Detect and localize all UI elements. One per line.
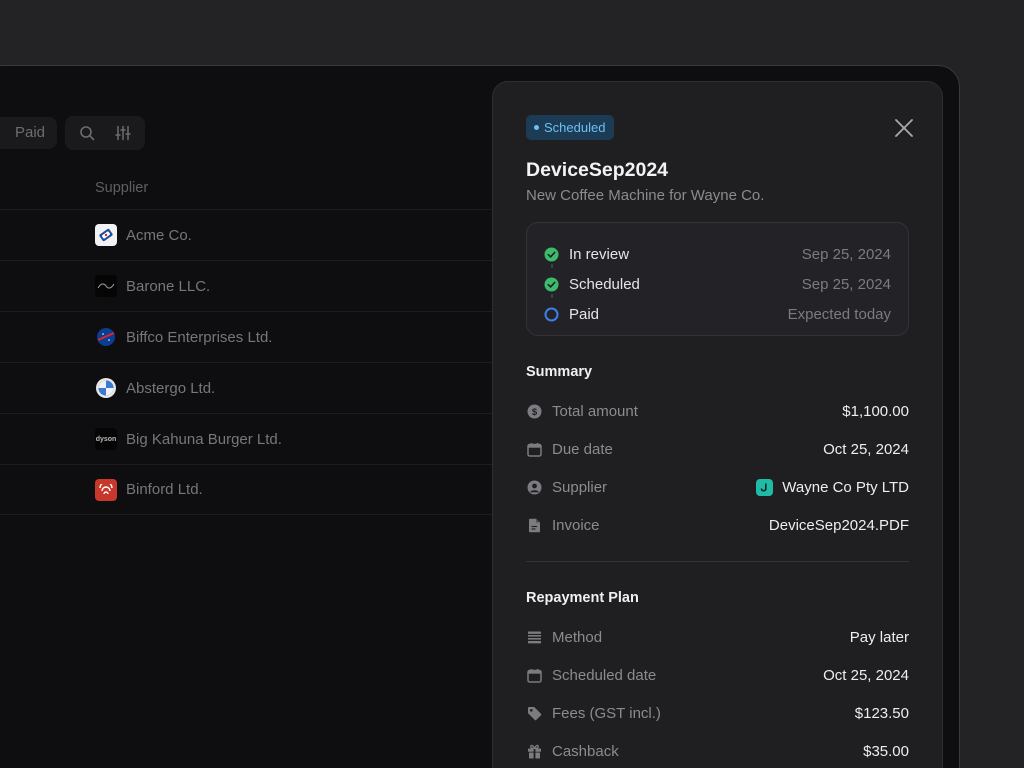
table-row[interactable]: Abstergo Ltd. [0, 362, 501, 413]
status-badge: Scheduled [526, 115, 615, 140]
summary-row-supplier: Supplier Wayne Co Pty LTD [526, 475, 909, 499]
summary-label: Due date [552, 440, 613, 458]
biffco-logo-icon [95, 326, 117, 348]
invoice-detail-panel: Scheduled DeviceSep2024 New Coffee Machi… [492, 81, 943, 768]
supplier-name: Barone LLC. [126, 277, 211, 295]
sliders-icon [115, 125, 131, 141]
repayment-row-method: Method Pay later [526, 625, 909, 649]
summary-label: Invoice [552, 516, 600, 534]
pending-circle-icon [544, 307, 559, 321]
table-row[interactable]: Biffco Enterprises Ltd. [0, 311, 501, 362]
filter-settings-button[interactable] [107, 119, 139, 147]
summary-value: Oct 25, 2024 [823, 440, 909, 458]
column-header-supplier[interactable]: Supplier [95, 180, 148, 196]
table-row[interactable]: Acme Co. [0, 209, 501, 260]
summary-row-total-amount: $ Total amount $1,100.00 [526, 399, 909, 423]
supplier-name: Abstergo Ltd. [126, 379, 216, 397]
search-button[interactable] [71, 119, 103, 147]
gift-icon [526, 743, 542, 759]
repayment-label: Scheduled date [552, 666, 657, 684]
check-circle-icon [544, 247, 559, 261]
binford-logo-icon [95, 478, 117, 501]
toolbar-group [65, 116, 146, 150]
big-kahuna-logo-icon: dyson [95, 428, 117, 450]
status-timeline: In review Sep 25, 2024 Scheduled Sep 25,… [526, 222, 909, 336]
timeline-step-date: Sep 25, 2024 [801, 275, 891, 293]
dollar-coin-icon: $ [526, 403, 542, 419]
table-row[interactable]: dyson Big Kahuna Burger Ltd. [0, 413, 501, 464]
summary-label: Total amount [552, 402, 638, 420]
tag-icon [526, 705, 542, 721]
page-title: DeviceSep2024 [526, 159, 669, 181]
summary-row-due-date: Due date Oct 25, 2024 [526, 437, 909, 461]
check-circle-icon [544, 277, 559, 291]
timeline-step: Scheduled Sep 25, 2024 [544, 269, 891, 299]
calendar-icon [526, 667, 542, 683]
summary-row-invoice: Invoice DeviceSep2024.PDF [526, 513, 909, 537]
supplier-name: Big Kahuna Burger Ltd. [126, 430, 282, 448]
timeline-step-date: Sep 25, 2024 [801, 245, 891, 263]
filter-bar: Paid [0, 116, 146, 150]
timeline-connector [550, 294, 553, 298]
timeline-step: Paid Expected today [544, 299, 891, 329]
acme-logo-icon [95, 224, 117, 246]
repayment-value: Oct 25, 2024 [823, 666, 909, 684]
status-dot-icon [534, 125, 539, 130]
repayment-row-scheduled-date: Scheduled date Oct 25, 2024 [526, 663, 909, 687]
repayment-plan-heading: Repayment Plan [526, 590, 639, 606]
list-icon [526, 629, 542, 645]
user-circle-icon [526, 479, 542, 495]
timeline-step-label: Scheduled [569, 275, 640, 293]
invoice-file-link[interactable]: DeviceSep2024.PDF [769, 517, 909, 534]
timeline-step-label: In review [569, 245, 630, 263]
close-icon [895, 119, 913, 137]
summary-value: $1,100.00 [842, 402, 909, 420]
summary-heading: Summary [526, 364, 593, 380]
supplier-value-label: Wayne Co Pty LTD [782, 478, 909, 496]
barone-logo-icon [95, 275, 117, 297]
repayment-value: $123.50 [854, 704, 909, 722]
svg-text:$: $ [531, 407, 537, 418]
repayment-label: Fees (GST incl.) [552, 704, 661, 722]
page-subtitle: New Coffee Machine for Wayne Co. [526, 187, 765, 204]
supplier-name: Biffco Enterprises Ltd. [126, 328, 273, 346]
repayment-value: $35.00 [863, 742, 909, 760]
filter-chip-paid[interactable]: Paid [0, 117, 58, 149]
timeline-step-label: Paid [569, 305, 600, 323]
repayment-label: Method [552, 628, 603, 646]
table-row[interactable]: Binford Ltd. [0, 464, 501, 515]
section-divider [526, 561, 909, 562]
supplier-name: Acme Co. [126, 226, 192, 244]
timeline-step: In review Sep 25, 2024 [544, 239, 891, 269]
calendar-icon [526, 441, 542, 457]
supplier-value[interactable]: Wayne Co Pty LTD [756, 478, 909, 496]
abstergo-logo-icon [95, 377, 117, 399]
repayment-row-cashback: Cashback $35.00 [526, 739, 909, 763]
supplier-logo-icon [756, 478, 774, 496]
repayment-value: Pay later [849, 628, 909, 646]
repayment-label: Cashback [552, 742, 619, 760]
close-button[interactable] [892, 116, 916, 140]
repayment-row-fees: Fees (GST incl.) $123.50 [526, 701, 909, 725]
supplier-table: Acme Co. Barone LLC. Biffco Enterprises … [0, 209, 501, 515]
status-badge-label: Scheduled [544, 120, 606, 135]
timeline-connector [550, 264, 553, 268]
summary-label: Supplier [552, 478, 608, 496]
search-icon [80, 126, 95, 141]
document-icon [526, 517, 542, 533]
supplier-name: Binford Ltd. [126, 481, 203, 498]
timeline-step-date: Expected today [787, 305, 891, 323]
table-row[interactable]: Barone LLC. [0, 260, 501, 311]
